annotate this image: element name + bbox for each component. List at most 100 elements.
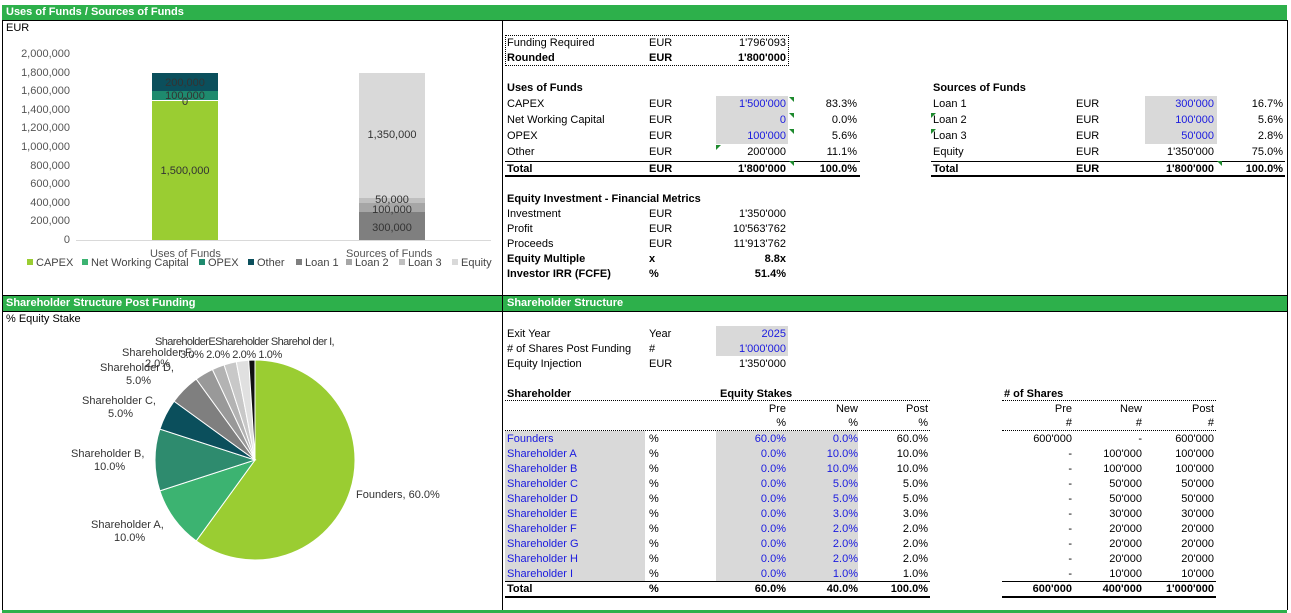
equity-injection-unit: EUR: [649, 358, 673, 370]
sh-total-label: Total: [507, 583, 533, 595]
shareholder-new[interactable]: 2.0%: [788, 552, 858, 566]
uses-row-value[interactable]: 100'000: [690, 129, 786, 143]
sources-row-label: Loan 2: [933, 114, 967, 126]
shareholder-new[interactable]: 10.0%: [788, 447, 858, 461]
shares-post: 100'000: [1175, 448, 1214, 460]
shareholder-pre[interactable]: 0.0%: [716, 447, 786, 461]
hdr-spost: Post: [1191, 403, 1214, 415]
shareholder-new[interactable]: 2.0%: [788, 522, 858, 536]
sources-row-value[interactable]: 50'000: [1118, 129, 1214, 143]
equity-pie-chart: [154, 359, 356, 561]
bar-data-label: 200,000: [165, 77, 205, 89]
metric-label: Investor IRR (FCFE): [507, 268, 611, 280]
shares-post: 600'000: [1175, 433, 1214, 445]
bar-data-label: 300,000: [372, 222, 412, 234]
shareholder-new[interactable]: 0.0%: [788, 432, 858, 446]
uses-total-label: Total: [507, 163, 533, 175]
shareholder-pre[interactable]: 0.0%: [716, 567, 786, 581]
shareholder-name[interactable]: Founders: [507, 432, 553, 446]
equity-injection-value: 1'350'000: [738, 358, 786, 370]
shareholder-post: 3.0%: [902, 508, 928, 520]
shares-post: 10'000: [1181, 568, 1214, 580]
shareholder-unit: %: [649, 553, 659, 565]
shares-new: 20'000: [1109, 538, 1142, 550]
uses-row-pct: 11.1%: [826, 146, 857, 158]
legend-label: CAPEX: [36, 257, 74, 269]
sources-row-label: Equity: [933, 146, 964, 158]
y-tick-label: 1,600,000: [21, 85, 70, 98]
metric-label: Equity Multiple: [507, 253, 586, 265]
metrics-title: Equity Investment - Financial Metrics: [507, 193, 701, 205]
shares-new: 10'000: [1109, 568, 1142, 580]
hdr-spre-hash: #: [1065, 417, 1072, 429]
uses-total-cur: EUR: [649, 163, 673, 175]
uses-row-cur: EUR: [649, 130, 673, 142]
shareholder-post: 2.0%: [902, 523, 928, 535]
shareholder-pre[interactable]: 0.0%: [716, 552, 786, 566]
shareholder-new[interactable]: 3.0%: [788, 507, 858, 521]
shareholder-name[interactable]: Shareholder G: [507, 537, 579, 551]
sources-title: Sources of Funds: [933, 82, 1026, 94]
funding-rounded-label: Rounded: [507, 52, 555, 64]
shareholder-new[interactable]: 2.0%: [788, 537, 858, 551]
shareholder-pre[interactable]: 0.0%: [716, 507, 786, 521]
uses-row-value[interactable]: 1'500'000: [690, 97, 786, 111]
shareholder-name[interactable]: Shareholder D: [507, 492, 578, 506]
shares-new: 20'000: [1109, 523, 1142, 535]
y-tick-label: 1,400,000: [21, 103, 70, 116]
sources-row-label: Loan 3: [933, 130, 967, 142]
hdr-spost-hash: #: [1207, 417, 1214, 429]
equity-injection-label: Equity Injection: [507, 358, 582, 370]
shareholder-new[interactable]: 1.0%: [788, 567, 858, 581]
shareholder-new[interactable]: 10.0%: [788, 462, 858, 476]
shares-post-label: # of Shares Post Funding: [507, 343, 632, 355]
exit-year-input[interactable]: 2025: [716, 327, 786, 341]
shares-post: 50'000: [1181, 493, 1214, 505]
shareholder-pre[interactable]: 0.0%: [716, 492, 786, 506]
uses-total-value: 1'800'000: [737, 163, 786, 175]
sources-row-pct: 75.0%: [1251, 146, 1283, 158]
shares-new: 100'000: [1103, 463, 1142, 475]
shareholder-name[interactable]: Shareholder I: [507, 567, 573, 581]
sources-row-cur: EUR: [1076, 146, 1100, 158]
legend-item: Equity: [452, 257, 492, 269]
uses-row-value[interactable]: 0: [690, 113, 786, 127]
shareholder-post: 60.0%: [896, 433, 928, 445]
shareholder-new[interactable]: 5.0%: [788, 492, 858, 506]
metric-unit: EUR: [649, 223, 673, 235]
shares-new: 100'000: [1103, 448, 1142, 460]
shareholder-unit: %: [649, 508, 659, 520]
y-tick-label: 800,000: [30, 159, 70, 172]
shares-pre: -: [1068, 538, 1072, 550]
shareholder-unit: %: [649, 538, 659, 550]
shareholder-pre[interactable]: 0.0%: [716, 522, 786, 536]
shareholder-name[interactable]: Shareholder H: [507, 552, 578, 566]
sh-total-spre: 600'000: [1032, 583, 1072, 595]
shareholder-new[interactable]: 5.0%: [788, 477, 858, 491]
shareholder-pre[interactable]: 0.0%: [716, 537, 786, 551]
shares-new: 20'000: [1109, 553, 1142, 565]
shares-pre: -: [1068, 493, 1072, 505]
shareholder-name[interactable]: Shareholder A: [507, 447, 577, 461]
shareholder-unit: %: [649, 448, 659, 460]
shareholder-name[interactable]: Shareholder B: [507, 462, 577, 476]
shareholder-name[interactable]: Shareholder F: [507, 522, 577, 536]
shareholder-pre[interactable]: 0.0%: [716, 477, 786, 491]
sources-row-value[interactable]: 300'000: [1118, 97, 1214, 111]
shareholder-pre[interactable]: 0.0%: [716, 462, 786, 476]
legend-swatch: [199, 259, 205, 265]
sources-row-value[interactable]: 100'000: [1118, 113, 1214, 127]
shares-pre: -: [1068, 523, 1072, 535]
legend-label: Net Working Capital: [91, 257, 189, 269]
sh-total-post: 100.0%: [890, 583, 928, 595]
pie-label-founders: Founders, 60.0%: [356, 489, 440, 501]
shareholder-pre[interactable]: 60.0%: [716, 432, 786, 446]
shareholder-unit: %: [649, 433, 659, 445]
legend-label: Loan 3: [408, 257, 442, 269]
shareholder-name[interactable]: Shareholder C: [507, 477, 578, 491]
shares-post-input[interactable]: 1'000'000: [716, 342, 786, 356]
shares-pre: 600'000: [1033, 433, 1072, 445]
uses-row-pct: 0.0%: [831, 114, 857, 126]
shareholder-name[interactable]: Shareholder E: [507, 507, 577, 521]
shares-post: 30'000: [1181, 508, 1214, 520]
